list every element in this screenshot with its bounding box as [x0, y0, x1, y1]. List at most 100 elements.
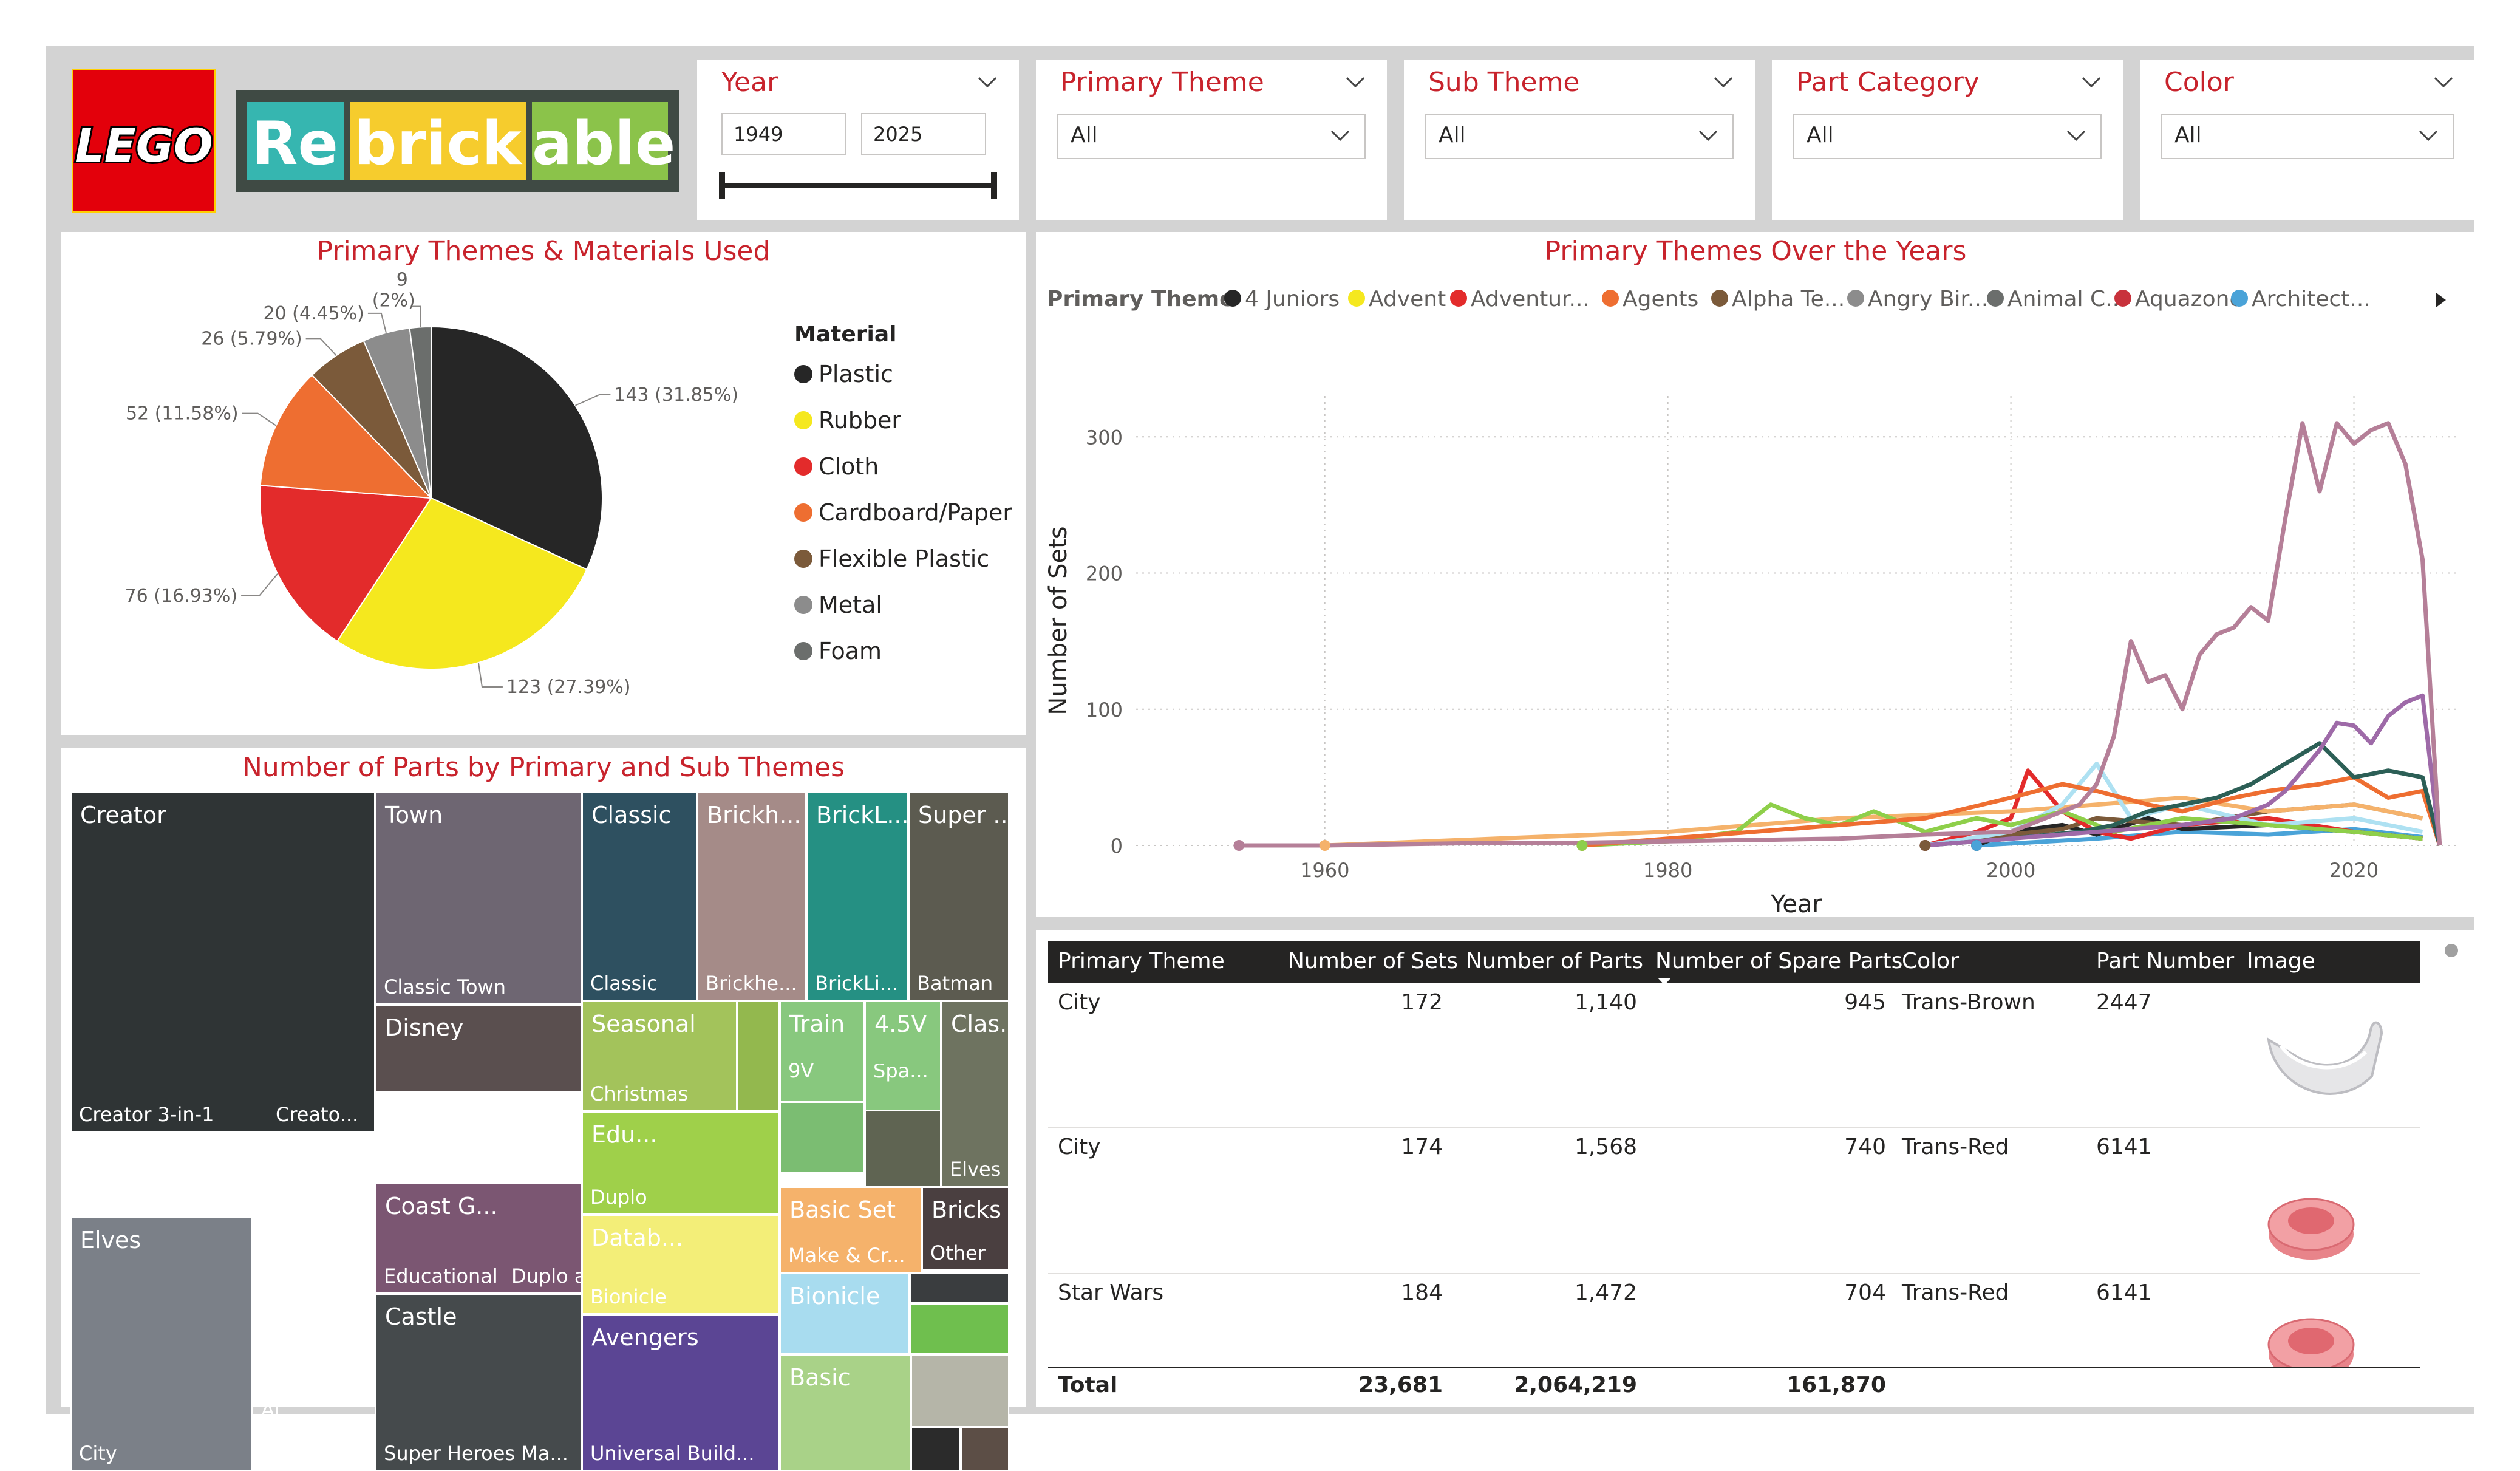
year-range-end-handle[interactable] [991, 172, 997, 199]
primary-theme-slicer[interactable]: Primary Theme All [1036, 60, 1387, 220]
col-color[interactable]: Color [1902, 949, 1959, 974]
pie-legend-label: Foam [819, 638, 882, 664]
treemap-tile[interactable] [961, 1427, 1009, 1471]
chevron-down-icon[interactable] [974, 69, 1001, 96]
pie-legend-item[interactable]: Cardboard/Paper [794, 499, 1012, 526]
pie-legend-label: Cardboard/Paper [819, 499, 1013, 526]
line-series-marker[interactable] [1576, 840, 1588, 851]
col-number-of-sets[interactable]: Number of Sets [1288, 949, 1458, 974]
sub-theme-slicer[interactable]: Sub Theme All [1404, 60, 1755, 220]
treemap-tile[interactable]: Ai... [253, 1376, 375, 1427]
part-category-slicer-title: Part Category [1796, 67, 1980, 98]
treemap-tile[interactable]: Arctic [253, 1427, 375, 1471]
treemap-tile[interactable] [910, 1273, 1009, 1303]
line-series-marker[interactable] [1971, 840, 1983, 851]
col-primary-theme[interactable]: Primary Theme [1058, 949, 1225, 974]
chevron-down-icon[interactable] [1710, 69, 1737, 96]
treemap-tile[interactable]: Creator [70, 1132, 253, 1217]
treemap-tile[interactable]: Disney [375, 1005, 582, 1092]
color-slicer-title: Color [2164, 67, 2234, 98]
year-slicer[interactable]: Year 1949 2025 [697, 60, 1019, 220]
line-series-marker[interactable] [1319, 840, 1330, 851]
color-slicer[interactable]: Color All [2140, 60, 2475, 220]
part-category-slicer[interactable]: Part Category All [1772, 60, 2123, 220]
pie-legend-item[interactable]: Metal [794, 592, 882, 618]
treemap-tile[interactable]: BrickLi... [806, 930, 908, 1001]
treemap-tile[interactable]: Creato... [267, 792, 375, 1132]
total-number-of-sets: 23,681 [1358, 1373, 1443, 1398]
pie-legend-item[interactable]: Cloth [794, 453, 879, 480]
table-scrollbar-thumb[interactable] [2445, 944, 2458, 957]
treemap-tile[interactable]: Batman [908, 930, 1009, 1001]
year-to-input[interactable]: 2025 [861, 113, 986, 155]
legend-marker-icon [794, 411, 812, 429]
treemap-tile[interactable] [911, 1354, 1009, 1427]
treemap-tile[interactable]: 9V [780, 1052, 865, 1088]
chevron-down-icon[interactable] [2430, 69, 2457, 96]
treemap-tile[interactable]: Educational and ... [375, 1252, 503, 1294]
treemap-tile[interactable]: Desi... [253, 1132, 375, 1217]
lego-logo: LEGO [72, 69, 216, 213]
treemap-tile[interactable] [737, 1001, 780, 1111]
treemap-tile[interactable]: Duplo [582, 1173, 780, 1215]
chevron-down-icon[interactable] [2078, 69, 2105, 96]
treemap-tile[interactable] [911, 1427, 961, 1471]
col-number-of-parts[interactable]: Number of Parts [1466, 949, 1643, 974]
year-range-start-handle[interactable] [719, 172, 725, 199]
pie-legend-item[interactable]: Flexible Plastic [794, 545, 989, 572]
col-image[interactable]: Image [2247, 949, 2315, 974]
row-number-of-sets: 174 [1401, 1135, 1443, 1159]
treemap-tile-label: Ai... [261, 1398, 299, 1421]
sub-theme-dropdown[interactable]: All [1425, 114, 1734, 159]
pie-legend-item[interactable]: Plastic [794, 361, 893, 387]
color-dropdown[interactable]: All [2161, 114, 2454, 159]
line-series[interactable] [1239, 421, 2442, 848]
treemap-tile[interactable]: Bionicle [582, 1271, 780, 1314]
pie-legend-item[interactable]: Foam [794, 638, 882, 664]
row-primary-theme: Star Wars [1058, 1280, 1164, 1305]
chevron-down-icon[interactable] [1342, 69, 1369, 96]
treemap-tile[interactable]: Bionicle [780, 1273, 910, 1354]
treemap-tile[interactable]: Classic Town [375, 930, 582, 1005]
treemap-tile-label: Bionicle [789, 1283, 880, 1309]
part-category-dropdown[interactable]: All [1793, 114, 2102, 159]
treemap-tile[interactable]: Make & Cr... [780, 1234, 922, 1273]
treemap-panel: Number of Parts by Primary and Sub Theme… [61, 748, 1026, 1471]
treemap-tile[interactable]: Brickhe... [697, 930, 806, 1001]
treemap-tile-label: Bricks & M... [931, 1196, 1008, 1223]
treemap-tile[interactable]: Duplo and... [503, 1252, 582, 1294]
col-number-of-spare-parts[interactable]: Number of Spare Parts [1655, 949, 1902, 974]
line-series-marker[interactable] [1919, 840, 1931, 851]
sub-theme-slicer-title: Sub Theme [1428, 67, 1580, 98]
pie-data-label: 123 (27.39%) [506, 677, 631, 698]
treemap-tile[interactable]: Elves [941, 1113, 1009, 1187]
primary-theme-dropdown[interactable]: All [1057, 114, 1366, 159]
pie-label-leader [574, 394, 611, 406]
pie-label-leader [305, 338, 337, 357]
treemap-tile[interactable]: Basic [780, 1354, 911, 1471]
treemap-tile[interactable]: City [70, 1416, 253, 1471]
treemap-tile[interactable]: Other [922, 1234, 1009, 1271]
treemap-tile-label: Super Heroes Ma... [384, 1442, 568, 1465]
treemap-tile[interactable]: Disney [375, 1092, 582, 1183]
pie-legend-item[interactable]: Rubber [794, 407, 901, 434]
treemap-tile-label: Universal Build... [590, 1442, 755, 1465]
treemap-tile[interactable]: 4.5V [865, 1001, 941, 1111]
col-part-number[interactable]: Part Number [2096, 949, 2234, 974]
year-range-track[interactable] [721, 183, 995, 188]
treemap-tile[interactable]: Christmas [582, 1076, 737, 1111]
treemap-tile[interactable]: Creator 3-in-1 [70, 960, 277, 1132]
treemap-tile-label: Train [789, 1011, 845, 1037]
treemap-tile[interactable] [780, 1102, 865, 1173]
treemap-tile-label: Disney [385, 1014, 464, 1041]
treemap-tile[interactable]: Spa... [865, 1064, 941, 1088]
year-from-input[interactable]: 1949 [721, 113, 846, 155]
treemap-tile-label: Educational and ... [384, 1265, 503, 1288]
row-number-of-parts: 1,472 [1574, 1280, 1637, 1305]
treemap-tile[interactable] [910, 1303, 1009, 1354]
line-series-marker[interactable] [1233, 840, 1245, 851]
treemap-tile[interactable]: Classic [582, 930, 697, 1001]
treemap-tile[interactable]: Universal Build... [582, 1422, 780, 1471]
treemap-tile-label: Disney [384, 1154, 451, 1177]
treemap-tile[interactable]: Super Heroes Ma... [375, 1422, 582, 1471]
